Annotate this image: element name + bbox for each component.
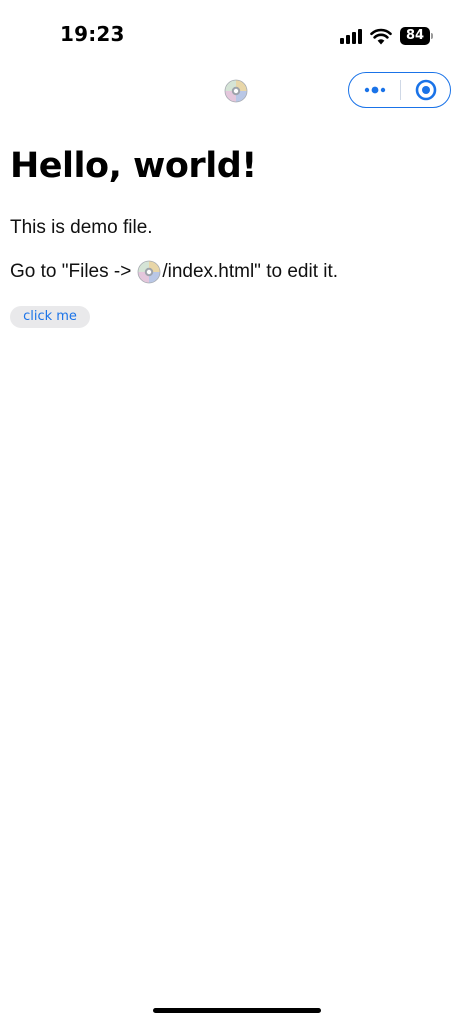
more-dots-icon <box>364 86 385 94</box>
demo-text: This is demo file. <box>10 217 153 238</box>
home-indicator[interactable] <box>153 1008 321 1013</box>
battery-level: 84 <box>400 27 430 45</box>
cellular-signal-icon <box>340 28 362 44</box>
nav-bar <box>0 62 473 120</box>
status-bar: 19:23 84 <box>0 0 473 60</box>
more-button[interactable] <box>349 73 400 107</box>
instruction-text: Go to "Files -> /index.html" to edit it. <box>10 260 460 284</box>
status-time: 19:23 <box>60 22 125 46</box>
page-content: Hello, world! This is demo file. Go to "… <box>10 140 460 328</box>
battery-icon: 84 <box>400 27 433 45</box>
optical-disc-icon <box>137 260 161 284</box>
instruction-suffix: /index.html" to edit it. <box>162 261 339 282</box>
page-title: Hello, world! <box>10 146 257 186</box>
optical-disc-icon <box>224 79 248 103</box>
instruction-prefix: Go to "Files -> <box>10 261 132 282</box>
mini-program-capsule <box>348 72 451 108</box>
target-close-icon <box>415 79 436 101</box>
wifi-icon <box>370 28 392 44</box>
close-button[interactable] <box>401 73 450 107</box>
click-me-button[interactable]: click me <box>10 306 90 328</box>
status-icons: 84 <box>340 24 433 48</box>
